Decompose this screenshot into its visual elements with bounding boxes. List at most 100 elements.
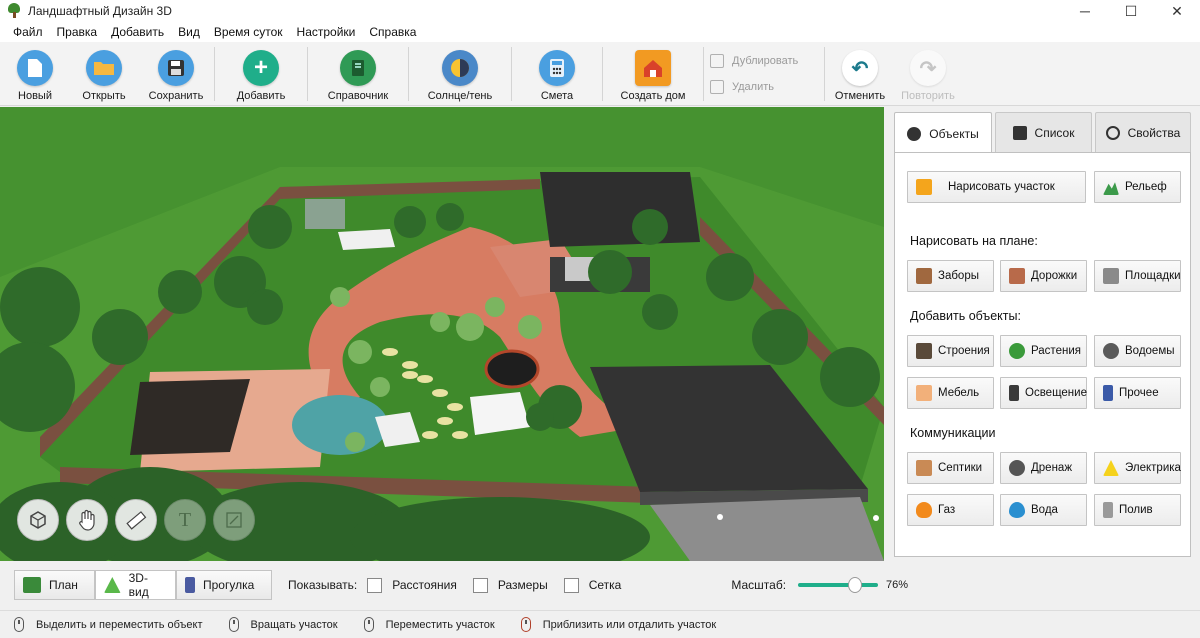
ruler-icon bbox=[126, 511, 147, 530]
paths-button[interactable]: Дорожки bbox=[1000, 260, 1087, 292]
buildings-button[interactable]: Строения bbox=[907, 335, 994, 367]
estimate-button[interactable]: Смета bbox=[512, 42, 602, 106]
view-3d-button[interactable]: 3D-вид bbox=[95, 570, 176, 600]
relief-button[interactable]: Рельеф bbox=[1094, 171, 1181, 203]
tab-properties[interactable]: Свойства bbox=[1095, 112, 1191, 152]
create-house-button[interactable]: Создать дом bbox=[603, 42, 703, 106]
communications-title: Коммуникации bbox=[910, 426, 996, 440]
open-button[interactable]: Открыть bbox=[70, 42, 138, 106]
reference-button[interactable]: Справочник bbox=[308, 42, 408, 106]
dimensions-label: Размеры bbox=[497, 578, 548, 592]
redo-button[interactable]: ↷ Повторить bbox=[895, 42, 961, 106]
new-button[interactable]: Новый bbox=[0, 42, 70, 106]
lamp-icon bbox=[1009, 385, 1019, 401]
status-bar: Выделить и переместить объект Вращать уч… bbox=[0, 610, 1200, 638]
septic-button[interactable]: Септики bbox=[907, 452, 994, 484]
platform-icon bbox=[1103, 268, 1119, 284]
pond-icon bbox=[1103, 343, 1119, 359]
fence-icon bbox=[916, 268, 932, 284]
other-button[interactable]: Прочее bbox=[1094, 377, 1181, 409]
slider-track bbox=[798, 583, 879, 587]
draw-plot-button[interactable]: Нарисовать участок bbox=[907, 171, 1086, 203]
trash-icon bbox=[710, 80, 724, 94]
water-button[interactable]: Вода bbox=[1000, 494, 1087, 526]
menu-help[interactable]: Справка bbox=[362, 22, 423, 42]
menu-file[interactable]: Файл bbox=[6, 22, 50, 42]
undo-icon: ↶ bbox=[842, 50, 878, 86]
furniture-button[interactable]: Мебель bbox=[907, 377, 994, 409]
scale-label: Масштаб: bbox=[731, 578, 787, 592]
duplicate-icon bbox=[710, 54, 724, 68]
3d-viewport[interactable]: T bbox=[0, 107, 884, 561]
mouse-middle-icon bbox=[363, 617, 374, 632]
image-tool[interactable] bbox=[213, 499, 255, 541]
slider-thumb[interactable] bbox=[848, 577, 863, 593]
app-tree-icon bbox=[6, 3, 22, 19]
water-drop-icon bbox=[1009, 502, 1025, 518]
mountain-icon bbox=[1103, 182, 1119, 195]
objects-panel: Нарисовать участок Рельеф Нарисовать на … bbox=[894, 152, 1191, 557]
tab-list[interactable]: Список bbox=[995, 112, 1092, 152]
duplicate-button[interactable]: Дублировать bbox=[710, 48, 824, 74]
mouse-left-icon bbox=[14, 617, 24, 632]
flame-icon bbox=[916, 502, 932, 518]
menu-add[interactable]: Добавить bbox=[104, 22, 171, 42]
menu-view[interactable]: Вид bbox=[171, 22, 207, 42]
distances-checkbox[interactable] bbox=[367, 577, 383, 593]
garden-3d-scene[interactable] bbox=[0, 107, 884, 561]
sun-shadow-button[interactable]: Солнце/тень bbox=[409, 42, 511, 106]
menu-time-of-day[interactable]: Время суток bbox=[207, 22, 290, 42]
scale-slider[interactable] bbox=[798, 577, 879, 593]
status-zoom: Приблизить или отдалить участок bbox=[520, 617, 716, 632]
gazebo-roof bbox=[130, 379, 250, 455]
lamp bbox=[717, 514, 723, 520]
delete-button[interactable]: Удалить bbox=[710, 74, 824, 100]
irrigation-button[interactable]: Полив bbox=[1094, 494, 1181, 526]
lighting-button[interactable]: Освещение bbox=[1000, 377, 1087, 409]
undo-button[interactable]: ↶ Отменить bbox=[825, 42, 895, 106]
sprinkler-icon bbox=[1103, 502, 1113, 518]
gas-button[interactable]: Газ bbox=[907, 494, 994, 526]
walking-person-icon bbox=[185, 577, 195, 593]
add-objects-title: Добавить объекты: bbox=[910, 309, 1021, 323]
view-walk-button[interactable]: Прогулка bbox=[176, 570, 272, 600]
layers-icon bbox=[1012, 125, 1027, 140]
add-button[interactable]: + Добавить bbox=[215, 42, 307, 106]
measure-tool[interactable] bbox=[115, 499, 157, 541]
gnome-icon bbox=[1103, 385, 1113, 401]
grid-checkbox[interactable] bbox=[563, 577, 579, 593]
close-button[interactable]: ✕ bbox=[1154, 0, 1200, 22]
new-file-icon bbox=[17, 50, 53, 86]
view-plan-button[interactable]: План bbox=[14, 570, 95, 600]
house-icon bbox=[635, 50, 671, 86]
lamp bbox=[873, 515, 879, 521]
electric-button[interactable]: Электрика bbox=[1094, 452, 1181, 484]
status-rotate: Вращать участок bbox=[228, 617, 338, 632]
platforms-button[interactable]: Площадки bbox=[1094, 260, 1181, 292]
house-roof bbox=[540, 172, 700, 247]
edit-image-icon bbox=[226, 512, 242, 528]
menu-settings[interactable]: Настройки bbox=[290, 22, 363, 42]
title-bar: Ландшафтный Дизайн 3D ─ ☐ ✕ bbox=[0, 0, 1200, 22]
maximize-button[interactable]: ☐ bbox=[1108, 0, 1154, 22]
ponds-button[interactable]: Водоемы bbox=[1094, 335, 1181, 367]
fences-button[interactable]: Заборы bbox=[907, 260, 994, 292]
tree-icon bbox=[907, 126, 922, 141]
plants-button[interactable]: Растения bbox=[1000, 335, 1087, 367]
drainage-button[interactable]: Дренаж bbox=[1000, 452, 1087, 484]
drain-icon bbox=[1009, 460, 1025, 476]
save-button[interactable]: Сохранить bbox=[138, 42, 214, 106]
rotate-3d-tool[interactable] bbox=[17, 499, 59, 541]
bench-icon bbox=[916, 385, 932, 401]
pan-tool[interactable] bbox=[66, 499, 108, 541]
minimize-button[interactable]: ─ bbox=[1062, 0, 1108, 22]
panel-tabs: Объекты Список Свойства bbox=[894, 112, 1194, 154]
dimensions-checkbox[interactable] bbox=[472, 577, 488, 593]
trampoline bbox=[484, 349, 540, 389]
text-tool[interactable]: T bbox=[164, 499, 206, 541]
mouse-wheel-icon bbox=[520, 617, 531, 632]
status-select-move: Выделить и переместить объект bbox=[14, 617, 203, 632]
tab-objects[interactable]: Объекты bbox=[894, 112, 992, 154]
pipe-icon bbox=[916, 460, 932, 476]
menu-edit[interactable]: Правка bbox=[50, 22, 105, 42]
